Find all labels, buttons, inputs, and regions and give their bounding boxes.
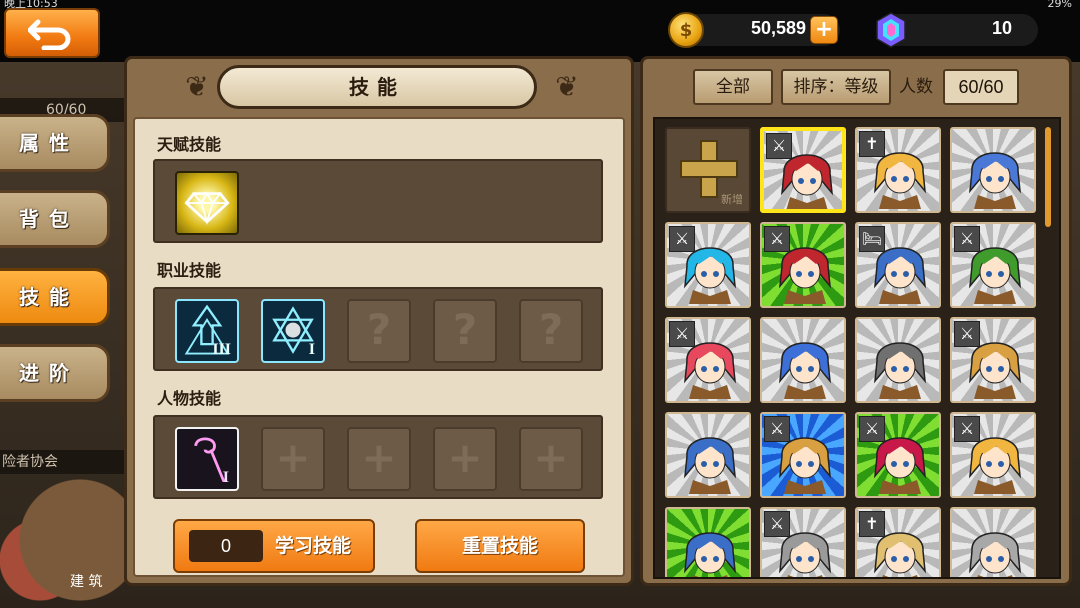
- hero-card[interactable]: ⚔: [760, 412, 846, 498]
- hero-count-value: 60/60: [943, 69, 1019, 105]
- diamond-skill-icon: [184, 191, 230, 226]
- title-ornament-right-icon: ❦: [555, 70, 579, 103]
- skill-tier-1: I: [222, 469, 229, 486]
- guild-text: 险者协会: [2, 454, 58, 470]
- hero-portrait-icon: [684, 532, 736, 577]
- hero-panel: 全部 排序：等级 人数 60/60 新增 ⚔ ✝ ⚔ ⚔ 🛏 ⚔ ⚔ ⚔ ⚔ ⚔ ⚔ ⚔ ✝: [640, 56, 1072, 586]
- status-bar: 晚上10:53 29%: [0, 0, 1080, 12]
- hero-card[interactable]: ⚔: [760, 127, 846, 213]
- skill-tier-1: I: [308, 341, 315, 358]
- gem-amount: 10: [991, 18, 1012, 38]
- cross-class-icon: ✝: [859, 511, 885, 537]
- sword-class-icon: ⚔: [764, 226, 790, 252]
- talent-skill-row: [153, 159, 603, 243]
- sword-class-icon: ⚔: [764, 511, 790, 537]
- guild-strip: 险者协会: [0, 450, 124, 474]
- scrollbar-thumb[interactable]: [1045, 127, 1051, 227]
- building-text: 建 筑: [70, 574, 103, 590]
- sword-class-icon: ⚔: [859, 416, 885, 442]
- tab-backpack[interactable]: 背包: [0, 190, 110, 248]
- hero-card[interactable]: [760, 317, 846, 403]
- talent-skill-slot[interactable]: [175, 171, 239, 235]
- tab-attributes[interactable]: 属性: [0, 114, 110, 172]
- class-skill-slot-1[interactable]: III: [175, 299, 239, 363]
- class-skill-slot-2[interactable]: I: [261, 299, 325, 363]
- character-skill-label: 人物技能: [157, 389, 222, 408]
- hero-count-label: 人数: [899, 77, 933, 97]
- locked-skill-slot: ?: [347, 299, 411, 363]
- gold-coin-icon: $: [668, 12, 704, 48]
- hero-card[interactable]: [665, 412, 751, 498]
- skill-panel-title: 技能: [217, 65, 537, 109]
- tab-advance[interactable]: 进阶: [0, 344, 110, 402]
- hero-card[interactable]: ⚔: [665, 317, 751, 403]
- buy-gold-button[interactable]: +: [810, 16, 838, 44]
- sword-class-icon: ⚔: [669, 226, 695, 252]
- learn-skill-button[interactable]: 0 学习技能: [173, 519, 375, 573]
- skill-tier-3: III: [212, 341, 231, 358]
- bed-class-icon: 🛏: [859, 226, 885, 252]
- add-hero-label: 新增: [721, 193, 743, 206]
- hero-card[interactable]: [855, 317, 941, 403]
- class-skill-row: III I ? ? ?: [153, 287, 603, 371]
- character-skill-row: I + + + +: [153, 415, 603, 499]
- filter-all-button[interactable]: 全部: [693, 69, 773, 105]
- hero-card[interactable]: ⚔: [950, 222, 1036, 308]
- skill-points-count: 0: [189, 530, 263, 562]
- tab-skills[interactable]: 技能: [0, 268, 110, 326]
- learn-skill-label: 学习技能: [275, 535, 352, 557]
- sword-class-icon: ⚔: [764, 416, 790, 442]
- hero-portrait-icon: [874, 342, 926, 399]
- cross-class-icon: ✝: [859, 131, 885, 157]
- empty-skill-slot[interactable]: +: [519, 427, 583, 491]
- back-button[interactable]: [4, 8, 100, 58]
- building-strip: 建 筑: [0, 570, 124, 594]
- class-skill-label: 职业技能: [157, 261, 222, 280]
- talent-skill-label: 天赋技能: [157, 135, 222, 154]
- back-arrow-icon: [28, 19, 71, 50]
- hero-card[interactable]: ⚔: [950, 412, 1036, 498]
- hero-card[interactable]: ⚔: [950, 317, 1036, 403]
- reset-skill-button[interactable]: 重置技能: [415, 519, 585, 573]
- locked-skill-slot: ?: [433, 299, 497, 363]
- hero-portrait-icon: [684, 437, 736, 494]
- sword-class-icon: ⚔: [669, 321, 695, 347]
- skill-panel: ❦ 技能 ❦ 天赋技能 职业技能 III I ? ? ? 人物技能 I + + …: [124, 56, 634, 586]
- add-hero-card[interactable]: 新增: [665, 127, 751, 213]
- sword-class-icon: ⚔: [954, 226, 980, 252]
- empty-skill-slot[interactable]: +: [261, 427, 325, 491]
- hero-grid[interactable]: 新增 ⚔ ✝ ⚔ ⚔ 🛏 ⚔ ⚔ ⚔ ⚔ ⚔ ⚔ ⚔ ✝: [653, 117, 1061, 579]
- gold-counter: $ 50,589 +: [668, 12, 840, 48]
- hero-card[interactable]: 🛏: [855, 222, 941, 308]
- hero-card[interactable]: ⚔: [665, 222, 751, 308]
- hero-card[interactable]: [665, 507, 751, 577]
- hero-card[interactable]: ⚔: [760, 222, 846, 308]
- hero-card[interactable]: ⚔: [760, 507, 846, 577]
- hero-card[interactable]: ✝: [855, 127, 941, 213]
- status-battery: 29%: [1047, 0, 1072, 10]
- empty-skill-slot[interactable]: +: [347, 427, 411, 491]
- sort-dropdown[interactable]: 排序：等级: [781, 69, 891, 105]
- gem-icon: [876, 12, 906, 48]
- sword-class-icon: ⚔: [954, 321, 980, 347]
- locked-skill-slot: ?: [519, 299, 583, 363]
- hero-card[interactable]: ⚔: [855, 412, 941, 498]
- hero-portrait-icon: [969, 532, 1021, 577]
- character-skill-slot-1[interactable]: I: [175, 427, 239, 491]
- sword-class-icon: ⚔: [766, 133, 792, 159]
- hero-portrait-icon: [969, 152, 1021, 209]
- sword-class-icon: ⚔: [954, 416, 980, 442]
- gold-amount: 50,589: [750, 18, 806, 38]
- empty-skill-slot[interactable]: +: [433, 427, 497, 491]
- hero-card[interactable]: [950, 127, 1036, 213]
- hero-card[interactable]: [950, 507, 1036, 577]
- hero-card[interactable]: ✝: [855, 507, 941, 577]
- gem-counter: 10: [876, 12, 1038, 48]
- hero-portrait-icon: [779, 342, 831, 399]
